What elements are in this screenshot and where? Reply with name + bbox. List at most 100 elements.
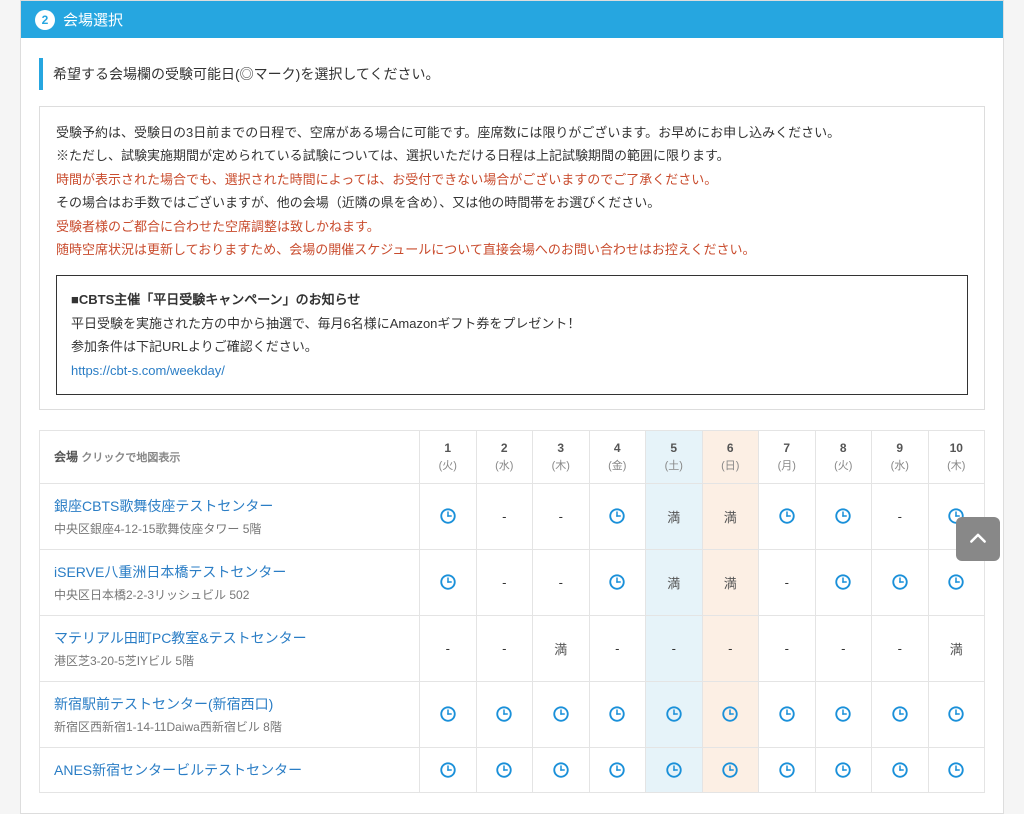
step-header: 2 会場選択	[21, 1, 1003, 38]
available-slot[interactable]	[476, 747, 533, 792]
available-slot[interactable]	[815, 549, 872, 615]
notice-line: その場合はお手数ではございますが、他の会場（近隣の県を含め）、又は他の時間帯をお…	[56, 191, 968, 214]
available-slot[interactable]	[702, 681, 759, 747]
unavailable-slot: -	[872, 483, 929, 549]
main-panel: 2 会場選択 希望する会場欄の受験可能日(◎マーク)を選択してください。 受験予…	[20, 0, 1004, 814]
available-slot[interactable]	[759, 681, 816, 747]
available-slot[interactable]	[872, 747, 929, 792]
available-slot[interactable]	[759, 483, 816, 549]
available-slot[interactable]	[646, 747, 703, 792]
available-slot[interactable]	[420, 681, 477, 747]
full-slot: 満	[646, 483, 703, 549]
available-slot[interactable]	[928, 747, 985, 792]
day-column-header: 5(土)	[646, 430, 703, 483]
available-slot[interactable]	[533, 747, 590, 792]
available-slot[interactable]	[420, 483, 477, 549]
table-row: 銀座CBTS歌舞伎座テストセンター中央区銀座4-12-15歌舞伎座タワー 5階-…	[40, 483, 985, 549]
unavailable-slot: -	[420, 615, 477, 681]
available-slot[interactable]	[533, 681, 590, 747]
day-column-header: 8(火)	[815, 430, 872, 483]
day-column-header: 2(水)	[476, 430, 533, 483]
unavailable-slot: -	[589, 615, 646, 681]
available-slot[interactable]	[420, 747, 477, 792]
unavailable-slot: -	[533, 549, 590, 615]
full-slot: 満	[533, 615, 590, 681]
venue-address: 中央区日本橋2-2-3リッシュビル 502	[54, 586, 405, 603]
notice-warning: 随時空席状況は更新しておりますため、会場の開催スケジュールについて直接会場へのお…	[56, 238, 968, 261]
available-slot[interactable]	[589, 747, 646, 792]
unavailable-slot: -	[476, 549, 533, 615]
venue-address: 港区芝3-20-5芝IYビル 5階	[54, 652, 405, 669]
table-row: 新宿駅前テストセンター(新宿西口) 新宿区西新宿1-14-11Daiwa西新宿ビル…	[40, 681, 985, 747]
campaign-body: 平日受験を実施された方の中から抽選で、毎月6名様にAmazonギフト券をプレゼン…	[71, 312, 953, 335]
notice-warning: 時間が表示された場合でも、選択された時間によっては、お受付できない場合がございま…	[56, 168, 968, 191]
unavailable-slot: -	[646, 615, 703, 681]
available-slot[interactable]	[815, 681, 872, 747]
venue-cell[interactable]: 銀座CBTS歌舞伎座テストセンター中央区銀座4-12-15歌舞伎座タワー 5階	[40, 483, 420, 549]
unavailable-slot: -	[702, 615, 759, 681]
day-column-header: 10(木)	[928, 430, 985, 483]
table-header-row: 会場 クリックで地図表示 1(火)2(水)3(木)4(金)5(土)6(日)7(月…	[40, 430, 985, 483]
day-column-header: 6(日)	[702, 430, 759, 483]
table-body: 銀座CBTS歌舞伎座テストセンター中央区銀座4-12-15歌舞伎座タワー 5階-…	[40, 483, 985, 792]
unavailable-slot: -	[476, 483, 533, 549]
unavailable-slot: -	[872, 615, 929, 681]
campaign-condition: 参加条件は下記URLよりご確認ください。	[71, 335, 953, 358]
day-column-header: 9(水)	[872, 430, 929, 483]
chevron-up-icon	[968, 529, 988, 549]
day-column-header: 3(木)	[533, 430, 590, 483]
unavailable-slot: -	[759, 615, 816, 681]
unavailable-slot: -	[759, 549, 816, 615]
available-slot[interactable]	[589, 681, 646, 747]
day-column-header: 1(火)	[420, 430, 477, 483]
notice-box: 受験予約は、受験日の3日前までの日程で、空席がある場合に可能です。座席数には限り…	[39, 106, 985, 410]
unavailable-slot: -	[533, 483, 590, 549]
available-slot[interactable]	[759, 747, 816, 792]
content-area: 希望する会場欄の受験可能日(◎マーク)を選択してください。 受験予約は、受験日の…	[21, 38, 1003, 813]
scroll-to-top-button[interactable]	[956, 517, 1000, 561]
available-slot[interactable]	[815, 747, 872, 792]
available-slot[interactable]	[589, 549, 646, 615]
venue-column-header: 会場 クリックで地図表示	[40, 430, 420, 483]
venue-name[interactable]: 新宿駅前テストセンター(新宿西口)	[54, 694, 405, 714]
campaign-title: ■CBTS主催「平日受験キャンペーン」のお知らせ	[71, 288, 953, 311]
venue-cell[interactable]: 新宿駅前テストセンター(新宿西口) 新宿区西新宿1-14-11Daiwa西新宿ビル…	[40, 681, 420, 747]
unavailable-slot: -	[815, 615, 872, 681]
notice-line: ※ただし、試験実施期間が定められている試験については、選択いただける日程は上記試…	[56, 144, 968, 167]
available-slot[interactable]	[420, 549, 477, 615]
available-slot[interactable]	[476, 681, 533, 747]
full-slot: 満	[646, 549, 703, 615]
notice-line: 受験予約は、受験日の3日前までの日程で、空席がある場合に可能です。座席数には限り…	[56, 121, 968, 144]
unavailable-slot: -	[476, 615, 533, 681]
venue-cell[interactable]: マテリアル田町PC教室&テストセンター港区芝3-20-5芝IYビル 5階	[40, 615, 420, 681]
available-slot[interactable]	[872, 549, 929, 615]
available-slot[interactable]	[646, 681, 703, 747]
table-row: iSERVE八重洲日本橋テストセンター中央区日本橋2-2-3リッシュビル 502…	[40, 549, 985, 615]
instruction-bar: 希望する会場欄の受験可能日(◎マーク)を選択してください。	[39, 58, 985, 90]
venue-name[interactable]: 銀座CBTS歌舞伎座テストセンター	[54, 496, 405, 516]
available-slot[interactable]	[815, 483, 872, 549]
campaign-link[interactable]: https://cbt-s.com/weekday/	[71, 363, 225, 378]
full-slot: 満	[928, 615, 985, 681]
venue-cell[interactable]: iSERVE八重洲日本橋テストセンター中央区日本橋2-2-3リッシュビル 502	[40, 549, 420, 615]
available-slot[interactable]	[589, 483, 646, 549]
available-slot[interactable]	[872, 681, 929, 747]
full-slot: 満	[702, 483, 759, 549]
full-slot: 満	[702, 549, 759, 615]
venue-name[interactable]: マテリアル田町PC教室&テストセンター	[54, 628, 405, 648]
table-row: マテリアル田町PC教室&テストセンター港区芝3-20-5芝IYビル 5階--満-…	[40, 615, 985, 681]
available-slot[interactable]	[702, 747, 759, 792]
availability-table: 会場 クリックで地図表示 1(火)2(水)3(木)4(金)5(土)6(日)7(月…	[39, 430, 985, 793]
step-title: 会場選択	[63, 9, 123, 30]
day-column-header: 4(金)	[589, 430, 646, 483]
venue-name[interactable]: ANES新宿センタービルテストセンター	[54, 760, 405, 780]
venue-cell[interactable]: ANES新宿センタービルテストセンター	[40, 747, 420, 792]
notice-warning: 受験者様のご都合に合わせた空席調整は致しかねます。	[56, 215, 968, 238]
step-number-badge: 2	[35, 10, 55, 30]
campaign-box: ■CBTS主催「平日受験キャンペーン」のお知らせ 平日受験を実施された方の中から…	[56, 275, 968, 395]
venue-name[interactable]: iSERVE八重洲日本橋テストセンター	[54, 562, 405, 582]
day-column-header: 7(月)	[759, 430, 816, 483]
table-row: ANES新宿センタービルテストセンター	[40, 747, 985, 792]
venue-address: 新宿区西新宿1-14-11Daiwa西新宿ビル 8階	[54, 718, 405, 735]
available-slot[interactable]	[928, 681, 985, 747]
